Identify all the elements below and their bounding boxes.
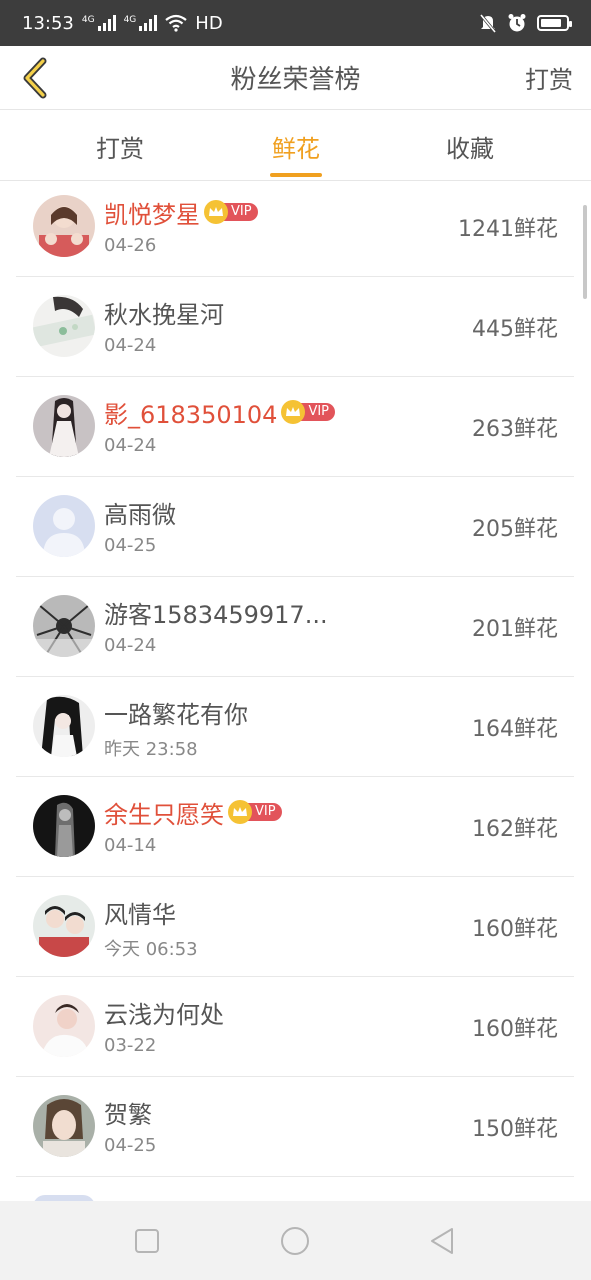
name-line: 影_618350104 VIP [104, 395, 336, 429]
flower-count: 445鲜花 [472, 317, 558, 342]
list-item[interactable]: 风情华 今天 06:53 160鲜花 [16, 877, 574, 977]
tab-bar: 打赏 鲜花 收藏 [0, 111, 591, 181]
fan-date: 昨天 23:58 [104, 739, 198, 760]
avatar[interactable] [33, 495, 95, 557]
status-left: 13:53 4G 4G HD [22, 13, 223, 34]
name-line: 游客1583459917... [104, 595, 328, 629]
fan-date: 04-25 [104, 535, 157, 556]
flower-count: 205鲜花 [472, 517, 558, 542]
avatar[interactable] [33, 895, 95, 957]
list-item[interactable]: 贺繁 04-25 150鲜花 [16, 1077, 574, 1177]
fan-name: 秋水挽星河 [104, 300, 224, 329]
system-nav-bar [0, 1201, 591, 1280]
fan-date: 04-26 [104, 235, 157, 256]
avatar[interactable] [33, 695, 95, 757]
name-line: 余生只愿笑 VIP [104, 795, 282, 829]
flower-count: 201鲜花 [472, 617, 558, 642]
list-item[interactable]: 高雨微 04-25 205鲜花 [16, 477, 574, 577]
tab-flowers[interactable]: 鲜花 [236, 111, 356, 181]
triangle-back-icon [431, 1228, 453, 1254]
tab-label: 收藏 [446, 134, 494, 163]
name-line: 凯悦梦星 VIP [104, 195, 258, 229]
fan-name: 云浅为何处 [104, 1000, 224, 1029]
status-time: 13:53 [22, 12, 74, 34]
recent-apps-button[interactable] [131, 1225, 163, 1257]
status-bar: 13:53 4G 4G HD [0, 0, 591, 46]
avatar[interactable] [33, 995, 95, 1057]
page-title: 粉丝荣誉榜 [230, 65, 361, 95]
circle-icon [281, 1227, 309, 1255]
list-item[interactable]: 一路繁花有你 昨天 23:58 164鲜花 [16, 677, 574, 777]
avatar[interactable] [33, 195, 95, 257]
fan-date: 04-14 [104, 835, 157, 856]
name-line: 风情华 [104, 895, 176, 929]
vip-badge: VIP [204, 200, 258, 224]
status-right [479, 13, 572, 33]
tab-label: 打赏 [96, 134, 144, 163]
flower-count: 164鲜花 [472, 717, 558, 742]
fan-name: 一路繁花有你 [104, 700, 248, 729]
list-item[interactable]: 游客1583459917... 04-24 201鲜花 [16, 577, 574, 677]
fan-name: 风情华 [104, 900, 176, 929]
name-line: 一路繁花有你 [104, 695, 248, 729]
fan-date: 04-24 [104, 635, 157, 656]
signal-tag: 4G [81, 15, 95, 25]
fan-date: 04-24 [104, 435, 157, 456]
tab-favorites[interactable]: 收藏 [410, 111, 530, 181]
tab-tip[interactable]: 打赏 [60, 111, 180, 181]
flower-count: 160鲜花 [472, 1017, 558, 1042]
name-line: 高雨微 [104, 495, 176, 529]
fan-name: 余生只愿笑 [104, 800, 224, 829]
alarm-icon [508, 14, 526, 32]
back-nav-button[interactable] [426, 1225, 458, 1257]
fan-name: 贺繁 [104, 1100, 152, 1129]
crown-icon [228, 800, 252, 824]
fan-date: 04-25 [104, 1135, 157, 1156]
avatar[interactable] [33, 295, 95, 357]
scrollbar[interactable] [583, 205, 587, 299]
avatar[interactable] [33, 1095, 95, 1157]
crown-icon [204, 200, 228, 224]
avatar[interactable] [33, 395, 95, 457]
signal-icon: 4G [82, 15, 116, 31]
name-line: 贺繁 [104, 1095, 152, 1129]
avatar[interactable] [33, 595, 95, 657]
square-icon [135, 1229, 159, 1253]
fan-name: 影_618350104 [104, 400, 278, 429]
fan-name: 高雨微 [104, 500, 176, 529]
fan-date: 今天 06:53 [104, 939, 198, 960]
flower-count: 160鲜花 [472, 917, 558, 942]
flower-count: 263鲜花 [472, 417, 558, 442]
name-line: 云浅为何处 [104, 995, 224, 1029]
list-item[interactable]: 凯悦梦星 VIP 04-26 1241鲜花 [16, 177, 574, 277]
fan-name: 凯悦梦星 [104, 200, 200, 229]
vip-badge: VIP [228, 800, 282, 824]
avatar[interactable] [33, 795, 95, 857]
mute-icon [479, 14, 497, 33]
battery-icon [537, 15, 572, 31]
signal-tag: 4G [123, 15, 137, 25]
flower-count: 162鲜花 [472, 817, 558, 842]
fan-date: 04-24 [104, 335, 157, 356]
list-item[interactable]: 影_618350104 VIP 04-24 263鲜花 [16, 377, 574, 477]
vip-badge: VIP [281, 400, 336, 424]
hd-label: HD [195, 12, 223, 34]
app-header: 粉丝荣誉榜 打赏 [0, 46, 591, 110]
list-item[interactable]: 秋水挽星河 04-24 445鲜花 [16, 277, 574, 377]
name-line: 秋水挽星河 [104, 295, 224, 329]
signal-icon: 4G [124, 15, 158, 31]
wifi-icon [165, 14, 187, 32]
home-button[interactable] [279, 1225, 311, 1257]
flower-count: 1241鲜花 [458, 217, 558, 242]
tip-button[interactable]: 打赏 [525, 60, 573, 95]
fan-ranking-list: 凯悦梦星 VIP 04-26 1241鲜花 秋水挽星河 04-24 445鲜花 … [16, 177, 574, 1207]
fan-name: 游客1583459917... [104, 600, 328, 629]
tab-label: 鲜花 [272, 134, 320, 163]
fan-date: 03-22 [104, 1035, 157, 1056]
list-item[interactable]: 余生只愿笑 VIP 04-14 162鲜花 [16, 777, 574, 877]
list-item[interactable]: 云浅为何处 03-22 160鲜花 [16, 977, 574, 1077]
flower-count: 150鲜花 [472, 1117, 558, 1142]
